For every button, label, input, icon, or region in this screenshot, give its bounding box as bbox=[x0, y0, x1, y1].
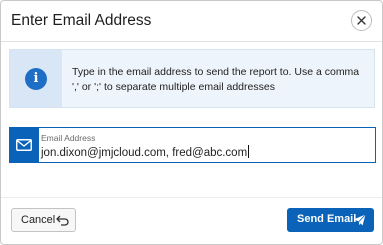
cancel-button[interactable]: Cancel bbox=[11, 208, 76, 232]
send-email-button-label: Send Email bbox=[297, 213, 357, 225]
cancel-button-label: Cancel bbox=[21, 214, 56, 226]
email-input[interactable]: jon.dixon@jmjcloud.com, fred@abc.com bbox=[41, 147, 247, 159]
info-message: Type in the email address to send the re… bbox=[72, 66, 360, 93]
dialog-title: Enter Email Address bbox=[11, 12, 152, 29]
paper-plane-icon bbox=[353, 214, 366, 226]
info-icon: i bbox=[25, 68, 47, 90]
undo-icon bbox=[56, 215, 69, 226]
send-email-button[interactable]: Send Email bbox=[287, 208, 374, 232]
email-dialog: Enter Email Address i Type in the email … bbox=[0, 0, 383, 245]
email-field-label: Email Address bbox=[41, 133, 96, 143]
email-field[interactable]: Email Address jon.dixon@jmjcloud.com, fr… bbox=[9, 127, 376, 163]
info-icon-area: i bbox=[10, 50, 62, 107]
info-alert: i Type in the email address to send the … bbox=[9, 49, 375, 108]
email-icon-area bbox=[9, 127, 39, 163]
envelope-icon bbox=[16, 139, 32, 151]
info-icon-glyph: i bbox=[33, 71, 39, 86]
close-button[interactable] bbox=[351, 10, 372, 31]
footer-divider bbox=[1, 197, 382, 198]
close-icon bbox=[357, 16, 366, 25]
email-field-value-wrap[interactable]: jon.dixon@jmjcloud.com, fred@abc.com bbox=[41, 145, 250, 159]
dialog-titlebar: Enter Email Address bbox=[1, 1, 382, 42]
text-caret bbox=[248, 145, 250, 158]
